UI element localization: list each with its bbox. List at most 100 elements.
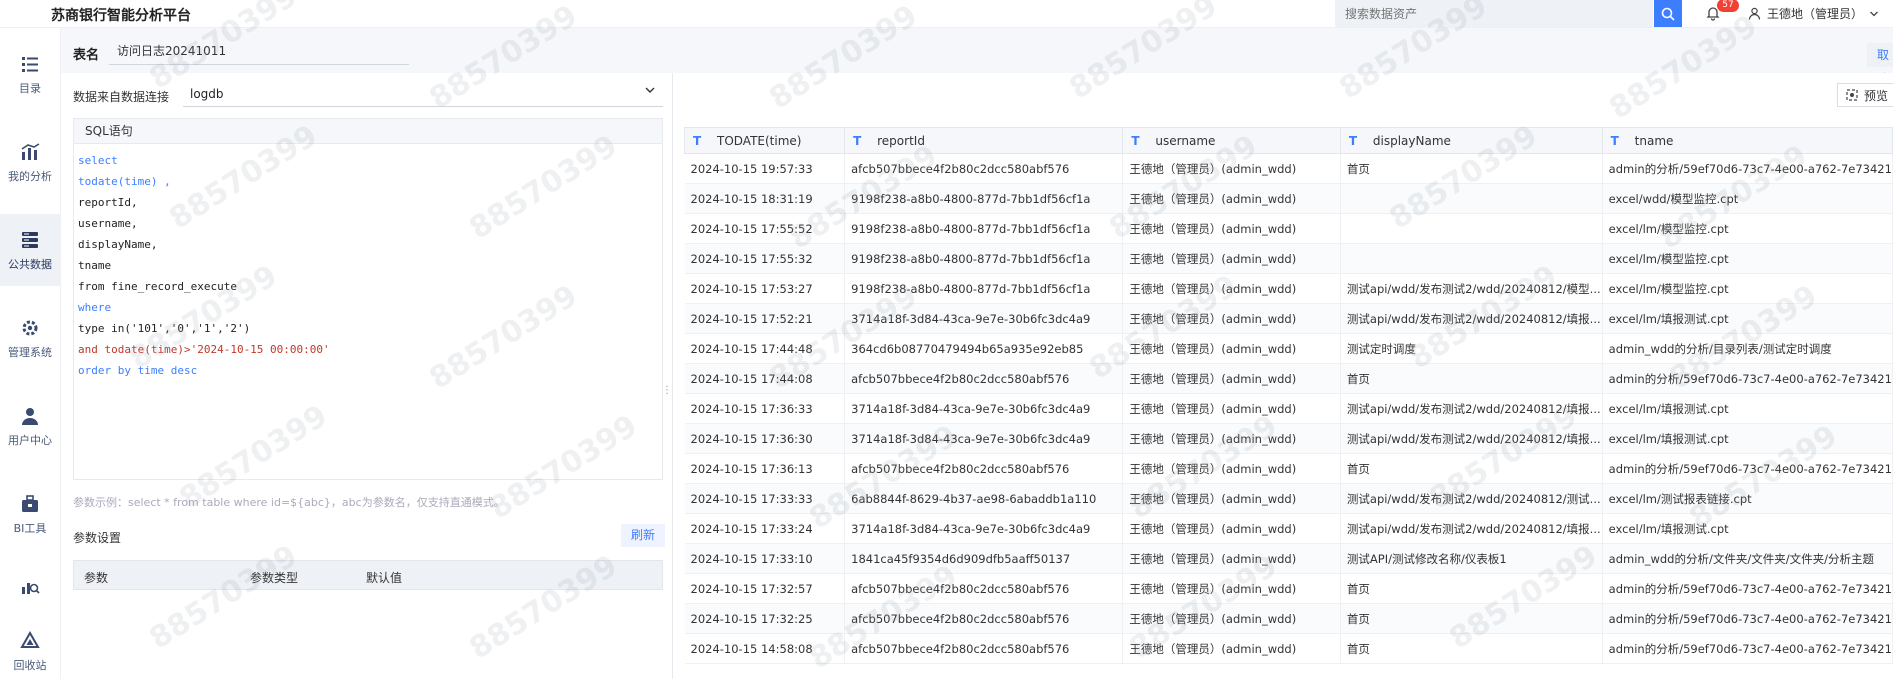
sql-line: where bbox=[78, 297, 658, 318]
table-cell: 测试api/wdd/发布测试2/wdd/20240812/填报... bbox=[1340, 513, 1603, 544]
table-name-bar: 表名 取消 确定 bbox=[61, 28, 1893, 86]
table-cell: 王德地（管理员）(admin_wdd) bbox=[1122, 393, 1341, 424]
data-source-select[interactable]: logdb bbox=[183, 81, 663, 107]
table-cell: 2024-10-15 17:36:13 bbox=[684, 453, 846, 484]
sql-header: SQL语句 bbox=[73, 118, 663, 144]
table-cell: 2024-10-15 17:44:48 bbox=[684, 333, 846, 364]
table-row[interactable]: 2024-10-15 14:58:08 afcb507bbece4f2b80c2d… bbox=[684, 633, 1893, 664]
table-row[interactable]: 2024-10-15 17:36:30 3714a18f-3d84-43ca-9e… bbox=[684, 423, 1893, 454]
column-header[interactable]: T TODATE(time) bbox=[683, 127, 846, 154]
text-type-icon: T bbox=[853, 133, 862, 148]
table-cell: 测试api/wdd/发布测试2/wdd/20240812/填报... bbox=[1340, 303, 1603, 334]
table-cell: 王德地（管理员）(admin_wdd) bbox=[1122, 633, 1341, 664]
sql-line-text: tname bbox=[78, 259, 112, 272]
table-row[interactable]: 2024-10-15 17:44:08 afcb507bbece4f2b80c2d… bbox=[684, 363, 1893, 394]
table-cell: 王德地（管理员）(admin_wdd) bbox=[1122, 603, 1341, 634]
table-row[interactable]: 2024-10-15 17:33:10 1841ca45f9354d6d909df… bbox=[684, 543, 1893, 574]
table-cell: excel/lm/填报测试.cpt bbox=[1602, 303, 1893, 334]
sidebar-item-bi-tools[interactable]: BI工具 bbox=[0, 478, 60, 550]
table-row[interactable]: 2024-10-15 17:33:33 6ab8844f-8629-4b37-ae… bbox=[684, 483, 1893, 514]
table-row[interactable]: 2024-10-15 17:36:33 3714a18f-3d84-43ca-9e… bbox=[684, 393, 1893, 424]
table-row[interactable]: 2024-10-15 17:32:25 afcb507bbece4f2b80c2d… bbox=[684, 603, 1893, 634]
sidebar-item-public-data[interactable]: 公共数据 bbox=[0, 214, 60, 286]
sidebar-item-recycle-bin[interactable]: 回收站 bbox=[0, 624, 60, 679]
sidebar-item-user-center[interactable]: 用户中心 bbox=[0, 390, 60, 462]
table-row[interactable]: 2024-10-15 19:57:33 afcb507bbece4f2b80c2d… bbox=[684, 153, 1893, 184]
text-type-icon: T bbox=[1348, 133, 1358, 148]
sidebar-item-my-analysis[interactable]: 我的分析 bbox=[0, 126, 60, 198]
param-col-type: 参数类型 bbox=[250, 571, 299, 585]
table-cell: 2024-10-15 17:55:52 bbox=[684, 213, 846, 244]
sidebar-item-label: BI工具 bbox=[13, 521, 47, 535]
sql-line-text: displayName, bbox=[78, 238, 158, 251]
table-row[interactable]: 2024-10-15 17:36:13 afcb507bbece4f2b80c2d… bbox=[684, 453, 1893, 484]
column-header[interactable]: Ttname bbox=[1601, 127, 1893, 154]
sql-line-text: username, bbox=[78, 217, 138, 230]
analysis-icon bbox=[21, 142, 40, 160]
table-row[interactable]: 2024-10-15 17:52:21 3714a18f-3d84-43ca-9e… bbox=[684, 303, 1893, 334]
table-body: 2024-10-15 19:57:33 afcb507bbece4f2b80c2d… bbox=[684, 153, 1893, 664]
app-title: 苏商银行智能分析平台 bbox=[51, 8, 191, 24]
search-icon bbox=[1661, 7, 1675, 21]
sidebar-item-management[interactable]: 管理系统 bbox=[0, 302, 60, 374]
table-cell: admin的分析/59ef70d6-73c7-4e00-a762-7e73421 bbox=[1602, 363, 1893, 394]
table-cell bbox=[1340, 183, 1603, 214]
sql-editor[interactable]: select todate(time) , reportId, username… bbox=[73, 144, 663, 480]
table-row[interactable]: 2024-10-15 17:33:24 3714a18f-3d84-43ca-9e… bbox=[684, 513, 1893, 544]
table-row[interactable]: 2024-10-15 17:44:48 364cd6b08770479494b65… bbox=[684, 333, 1893, 364]
table-cell: afcb507bbece4f2b80c2dcc580abf576 bbox=[844, 573, 1124, 604]
table-cell: 1841ca45f9354d6d909dfb5aaff50137 bbox=[844, 543, 1124, 574]
sql-line-text: type in('101','0','1','2') bbox=[78, 322, 251, 335]
sql-line-text: and todate(time)>'2024-10-15 00:00:00' bbox=[78, 343, 330, 356]
sidebar-item-label: 用户中心 bbox=[8, 433, 52, 447]
search-button[interactable] bbox=[1654, 0, 1682, 27]
table-cell: 2024-10-15 17:36:33 bbox=[684, 393, 846, 424]
table-row[interactable]: 2024-10-15 18:31:19 9198f238-a8b0-4800-87… bbox=[684, 183, 1893, 214]
refresh-button[interactable]: 刷新 bbox=[621, 524, 666, 547]
table-cell: 9198f238-a8b0-4800-877d-7bb1df56cf1a bbox=[844, 213, 1124, 244]
sidebar-item-analysis-search[interactable] bbox=[0, 566, 60, 606]
table-cell: 2024-10-15 14:58:08 bbox=[684, 633, 846, 664]
table-cell: 首页 bbox=[1340, 573, 1603, 604]
column-header-label: reportId bbox=[877, 133, 925, 148]
column-header[interactable]: Tusername bbox=[1122, 127, 1341, 154]
data-preview-table: T TODATE(time) TreportId Tusername Tdispl… bbox=[683, 127, 1893, 664]
search-input[interactable] bbox=[1335, 0, 1625, 27]
table-row[interactable]: 2024-10-15 17:53:27 9198f238-a8b0-4800-87… bbox=[684, 273, 1893, 304]
table-name-input[interactable] bbox=[109, 37, 409, 65]
table-cell: 2024-10-15 17:44:08 bbox=[684, 363, 846, 394]
catalog-icon bbox=[22, 56, 38, 72]
sql-line: tname bbox=[78, 255, 658, 276]
param-col-default: 默认值 bbox=[366, 571, 403, 585]
table-cell: 测试api/wdd/发布测试2/wdd/20240812/填报... bbox=[1340, 393, 1603, 424]
sidebar-item-catalog[interactable]: 目录 bbox=[0, 38, 60, 110]
column-header[interactable]: TreportId bbox=[844, 127, 1124, 154]
user-menu[interactable]: 王德地（管理员） bbox=[1748, 5, 1879, 22]
sidebar-item-label: 公共数据 bbox=[8, 257, 52, 271]
table-cell: 9198f238-a8b0-4800-877d-7bb1df56cf1a bbox=[844, 183, 1124, 214]
table-row[interactable]: 2024-10-15 17:55:32 9198f238-a8b0-4800-87… bbox=[684, 243, 1893, 274]
data-source-value: logdb bbox=[190, 87, 224, 101]
sidebar-item-label: 我的分析 bbox=[8, 169, 52, 183]
param-hint: 参数示例：select * from table where id=${abc}… bbox=[73, 496, 505, 509]
column-header[interactable]: TdisplayName bbox=[1339, 127, 1603, 154]
column-header-label: username bbox=[1155, 133, 1216, 148]
sidebar-item-label: 回收站 bbox=[13, 659, 47, 672]
preview-button[interactable]: 预览 bbox=[1837, 83, 1893, 107]
sql-line: todate(time) , bbox=[78, 171, 658, 192]
table-cell: 2024-10-15 18:31:19 bbox=[684, 183, 846, 214]
table-row[interactable]: 2024-10-15 17:32:57 afcb507bbece4f2b80c2d… bbox=[684, 573, 1893, 604]
table-cell: excel/lm/填报测试.cpt bbox=[1602, 513, 1893, 544]
toolbox-icon bbox=[22, 494, 38, 512]
table-cell: excel/lm/测试报表链接.cpt bbox=[1602, 483, 1893, 514]
sidebar-item-label: 管理系统 bbox=[8, 345, 52, 359]
table-cell: admin的分析/59ef70d6-73c7-4e00-a762-7e73421 bbox=[1602, 573, 1893, 604]
chart-search-icon bbox=[22, 583, 40, 594]
sql-line-text: from fine_record_execute bbox=[78, 280, 237, 293]
table-cell: 王德地（管理员）(admin_wdd) bbox=[1122, 183, 1341, 214]
table-cell: 9198f238-a8b0-4800-877d-7bb1df56cf1a bbox=[844, 243, 1124, 274]
recycle-icon bbox=[20, 630, 40, 648]
table-cell: excel/wdd/模型监控.cpt bbox=[1602, 183, 1893, 214]
table-row[interactable]: 2024-10-15 17:55:52 9198f238-a8b0-4800-87… bbox=[684, 213, 1893, 244]
cancel-button[interactable]: 取消 bbox=[1867, 43, 1893, 86]
